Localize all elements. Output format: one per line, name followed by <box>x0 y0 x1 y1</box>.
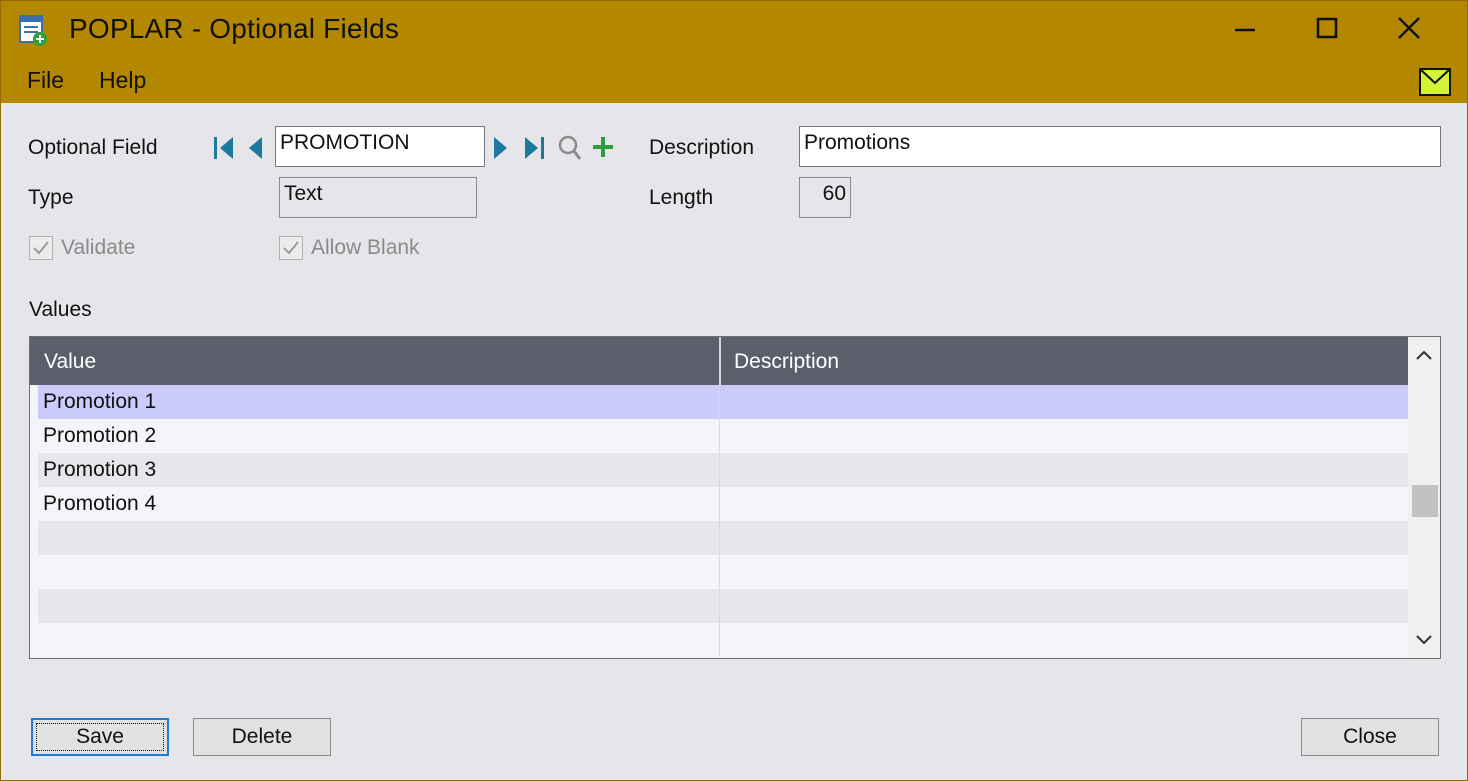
table-row[interactable] <box>30 555 1408 589</box>
checkmark-icon <box>283 241 299 255</box>
close-window-button[interactable] <box>1379 5 1439 51</box>
checkmark-icon <box>33 241 49 255</box>
cell-divider <box>719 453 720 487</box>
add-icon[interactable] <box>591 135 615 159</box>
nav-previous-icon[interactable] <box>245 135 265 161</box>
row-gutter <box>30 419 38 453</box>
scrollbar-thumb[interactable] <box>1412 485 1438 517</box>
chevron-up-icon <box>1416 350 1432 360</box>
menu-file[interactable]: File <box>27 67 64 94</box>
row-gutter <box>30 589 38 623</box>
row-gutter <box>30 521 38 555</box>
form-content: Optional Field PROMOTION Description Pro… <box>1 103 1467 780</box>
row-gutter <box>30 623 38 657</box>
search-icon[interactable] <box>557 134 583 162</box>
cell-value[interactable]: Promotion 2 <box>38 419 719 453</box>
window-title: POPLAR - Optional Fields <box>69 13 400 44</box>
cell-description[interactable] <box>720 385 1408 419</box>
table-row[interactable]: Promotion 1 <box>30 385 1408 419</box>
type-value-field: Text <box>279 177 477 218</box>
nav-next-icon[interactable] <box>491 135 511 161</box>
save-button[interactable]: Save <box>31 718 169 756</box>
scroll-up-button[interactable] <box>1408 337 1440 373</box>
cell-value[interactable] <box>38 623 719 657</box>
minimize-icon <box>1235 28 1255 32</box>
chevron-down-icon <box>1416 635 1432 645</box>
maximize-button[interactable] <box>1297 5 1357 51</box>
cell-divider <box>719 419 720 453</box>
delete-button-label: Delete <box>231 725 293 748</box>
cell-description[interactable] <box>720 623 1408 657</box>
close-button-label: Close <box>1343 725 1397 748</box>
cell-divider <box>719 623 720 657</box>
optional-fields-window: POPLAR - Optional Fields File Help Optio… <box>0 0 1468 781</box>
minimize-button[interactable] <box>1215 5 1275 51</box>
table-row[interactable]: Promotion 2 <box>30 419 1408 453</box>
length-label: Length <box>649 186 714 209</box>
cell-description[interactable] <box>720 521 1408 555</box>
title-bar[interactable]: POPLAR - Optional Fields <box>1 1 1467 59</box>
app-form-icon <box>19 15 47 46</box>
mail-icon[interactable] <box>1419 68 1451 96</box>
validate-checkbox[interactable] <box>29 236 53 260</box>
nav-first-icon[interactable] <box>211 135 237 161</box>
cell-divider <box>719 589 720 623</box>
grid-header: Value Description <box>30 337 1408 385</box>
focus-rectangle <box>36 723 164 751</box>
cell-divider <box>719 385 720 419</box>
description-input[interactable]: Promotions <box>799 126 1441 167</box>
row-gutter <box>30 453 38 487</box>
values-label: Values <box>29 298 92 321</box>
table-row[interactable] <box>30 623 1408 657</box>
nav-last-icon[interactable] <box>521 135 547 161</box>
scroll-down-button[interactable] <box>1408 622 1440 658</box>
row-gutter <box>30 385 38 419</box>
row-gutter <box>30 487 38 521</box>
close-icon <box>1398 17 1420 39</box>
allow-blank-label: Allow Blank <box>311 236 420 259</box>
cell-value[interactable]: Promotion 1 <box>38 385 719 419</box>
values-grid: Value Description Promotion 1 Promotion … <box>29 336 1441 659</box>
description-label: Description <box>649 136 755 159</box>
allow-blank-checkbox[interactable] <box>279 236 303 260</box>
table-row[interactable] <box>30 589 1408 623</box>
optional-field-label: Optional Field <box>28 136 158 159</box>
column-divider[interactable] <box>719 337 721 385</box>
cell-description[interactable] <box>720 589 1408 623</box>
row-gutter <box>30 555 38 589</box>
table-row[interactable] <box>30 521 1408 555</box>
length-value-field: 60 <box>799 177 851 218</box>
table-row[interactable]: Promotion 3 <box>30 453 1408 487</box>
grid-rows: Promotion 1 Promotion 2 Promotion 3 Prom… <box>30 385 1408 657</box>
vertical-scrollbar[interactable] <box>1408 337 1440 658</box>
cell-divider <box>719 521 720 555</box>
table-row[interactable]: Promotion 4 <box>30 487 1408 521</box>
menu-bar: File Help <box>1 59 1467 103</box>
cell-description[interactable] <box>720 487 1408 521</box>
cell-value[interactable]: Promotion 3 <box>38 453 719 487</box>
cell-value[interactable] <box>38 555 719 589</box>
cell-description[interactable] <box>720 555 1408 589</box>
close-button[interactable]: Close <box>1301 718 1439 756</box>
optional-field-input[interactable]: PROMOTION <box>275 126 485 167</box>
cell-value[interactable] <box>38 521 719 555</box>
column-header-value[interactable]: Value <box>44 350 96 374</box>
type-label: Type <box>28 186 74 209</box>
cell-description[interactable] <box>720 419 1408 453</box>
maximize-icon <box>1316 17 1338 39</box>
cell-divider <box>719 555 720 589</box>
cell-value[interactable]: Promotion 4 <box>38 487 719 521</box>
cell-description[interactable] <box>720 453 1408 487</box>
delete-button[interactable]: Delete <box>193 718 331 756</box>
cell-divider <box>719 487 720 521</box>
column-header-description[interactable]: Description <box>734 350 839 374</box>
cell-value[interactable] <box>38 589 719 623</box>
menu-help[interactable]: Help <box>99 67 146 94</box>
validate-label: Validate <box>61 236 136 259</box>
